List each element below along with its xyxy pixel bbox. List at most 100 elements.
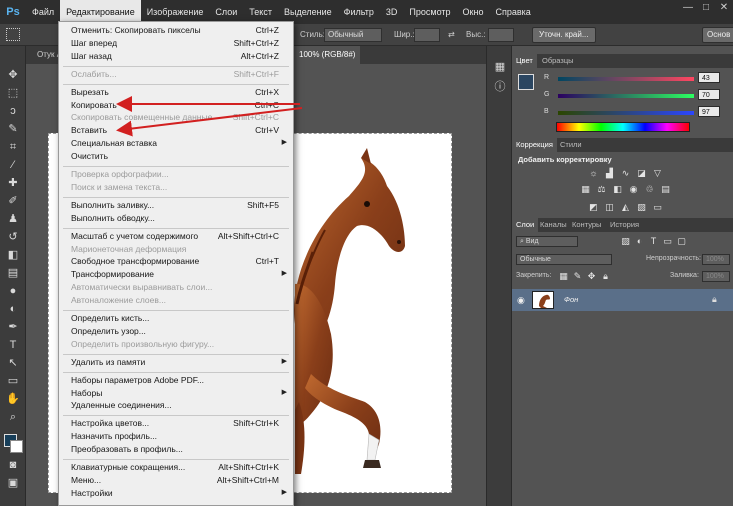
filter-type-icon[interactable]: T bbox=[648, 236, 659, 247]
workspace-button[interactable]: Основ bbox=[702, 27, 733, 43]
eyedropper-icon[interactable]: ⁄ bbox=[6, 158, 20, 172]
background-color-swatch[interactable] bbox=[10, 440, 23, 453]
quick-select-icon[interactable]: ✎ bbox=[6, 122, 20, 136]
quick-mask-icon[interactable]: ◙ bbox=[6, 458, 20, 472]
slider-g-value[interactable]: 70 bbox=[698, 89, 720, 100]
tab-color[interactable]: Цвет bbox=[512, 54, 537, 68]
color-lookup-icon[interactable]: ▤ bbox=[660, 184, 671, 195]
threshold-icon[interactable]: ◭ bbox=[620, 202, 631, 213]
edit-menu-item[interactable]: Очистить bbox=[59, 151, 293, 163]
edit-menu-item[interactable]: Наборы ▶ bbox=[59, 388, 293, 400]
edit-menu-item[interactable]: Вставить Ctrl+V bbox=[59, 125, 293, 137]
tab-layers[interactable]: Слои bbox=[512, 218, 539, 232]
slider-r-bar[interactable] bbox=[558, 77, 694, 81]
refine-edge-button[interactable]: Уточн. край... bbox=[532, 27, 596, 43]
slider-b-value[interactable]: 97 bbox=[698, 106, 720, 117]
curves-icon[interactable]: ∿ bbox=[620, 168, 631, 179]
edit-menu-item[interactable]: Удаленные соединения... bbox=[59, 400, 293, 412]
opacity-field[interactable]: 100% bbox=[702, 254, 730, 265]
lock-all-icon[interactable]: 🔒︎ bbox=[600, 271, 611, 282]
edit-menu-item[interactable]: Вырезать Ctrl+X bbox=[59, 87, 293, 99]
menu-item-0[interactable]: Файл bbox=[26, 0, 60, 24]
edit-menu-item[interactable]: Выполнить обводку... bbox=[59, 213, 293, 225]
menu-item-8[interactable]: Просмотр bbox=[403, 0, 456, 24]
layer-kind-filter[interactable]: ⌕ Вид bbox=[516, 236, 578, 247]
filter-shape-icon[interactable]: ▭ bbox=[662, 236, 673, 247]
eraser-icon[interactable]: ◧ bbox=[6, 248, 20, 262]
path-select-icon[interactable]: ↖ bbox=[6, 356, 20, 370]
maximize-button[interactable]: □ bbox=[701, 3, 711, 13]
swap-icon[interactable]: ⇄ bbox=[448, 30, 455, 39]
lock-transparency-icon[interactable]: ▦ bbox=[558, 271, 569, 282]
edit-menu-item[interactable]: Удалить из памяти ▶ bbox=[59, 357, 293, 369]
screen-mode-icon[interactable]: ▣ bbox=[6, 476, 20, 490]
edit-menu-item[interactable]: Масштаб с учетом содержимого Alt+Shift+Ct… bbox=[59, 231, 293, 243]
edit-menu-item[interactable]: Назначить профиль... bbox=[59, 431, 293, 443]
color-fg-swatch[interactable] bbox=[518, 74, 534, 90]
edit-menu-item[interactable]: Шаг вперед Shift+Ctrl+Z bbox=[59, 38, 293, 50]
color-spectrum[interactable] bbox=[556, 122, 690, 132]
slider-b-bar[interactable] bbox=[558, 111, 694, 115]
blur-icon[interactable]: ● bbox=[6, 284, 20, 298]
brightness-icon[interactable]: ☼ bbox=[588, 168, 599, 179]
tab-channels[interactable]: Каналы bbox=[536, 218, 571, 232]
tab-swatches[interactable]: Образцы bbox=[538, 54, 578, 68]
pen-icon[interactable]: ✒ bbox=[6, 320, 20, 334]
edit-menu-item[interactable]: Отменить: Скопировать пикселы Ctrl+Z bbox=[59, 25, 293, 37]
exposure-icon[interactable]: ◪ bbox=[636, 168, 647, 179]
edit-menu-item[interactable]: Клавиатурные сокращения... Alt+Shift+Ctrl… bbox=[59, 462, 293, 474]
hue-sat-icon[interactable]: ▦ bbox=[580, 184, 591, 195]
edit-menu-item[interactable]: Меню... Alt+Shift+Ctrl+M bbox=[59, 475, 293, 487]
history-brush-icon[interactable]: ↺ bbox=[6, 230, 20, 244]
edit-menu-item[interactable]: Шаг назад Alt+Ctrl+Z bbox=[59, 51, 293, 63]
menu-item-6[interactable]: Фильтр bbox=[338, 0, 380, 24]
edit-menu-item[interactable]: Настройка цветов... Shift+Ctrl+K bbox=[59, 418, 293, 430]
edit-menu-item[interactable]: Определить узор... bbox=[59, 326, 293, 338]
tab-styles[interactable]: Стили bbox=[556, 138, 586, 152]
filter-pixel-icon[interactable]: ▨ bbox=[620, 236, 631, 247]
menu-item-10[interactable]: Справка bbox=[489, 0, 536, 24]
slider-g[interactable]: G 70 bbox=[542, 89, 732, 101]
move-tool-icon[interactable]: ✥ bbox=[6, 68, 20, 82]
edit-menu-item[interactable]: Настройки ▶ bbox=[59, 488, 293, 500]
selective-color-icon[interactable]: ▨ bbox=[636, 202, 647, 213]
edit-menu-item[interactable]: Копировать Ctrl+C bbox=[59, 100, 293, 112]
tab-document-2[interactable]: 100% (RGB/8#) bbox=[294, 46, 361, 64]
slider-r-value[interactable]: 43 bbox=[698, 72, 720, 83]
filter-adjust-icon[interactable]: ◐ bbox=[634, 236, 645, 247]
menu-item-9[interactable]: Окно bbox=[457, 0, 490, 24]
invert-icon[interactable]: ◩ bbox=[588, 202, 599, 213]
fill-field[interactable]: 100% bbox=[702, 271, 730, 282]
zoom-icon[interactable]: ⌕ bbox=[6, 410, 20, 424]
edit-menu-item[interactable]: Трансформирование ▶ bbox=[59, 269, 293, 281]
close-button[interactable]: ✕ bbox=[719, 3, 729, 13]
minimize-button[interactable]: — bbox=[683, 3, 693, 13]
properties-panel-icon[interactable]: ⓘ bbox=[493, 80, 507, 94]
type-icon[interactable]: T bbox=[6, 338, 20, 352]
history-panel-icon[interactable]: ▦ bbox=[493, 60, 507, 74]
stamp-icon[interactable]: ♟ bbox=[6, 212, 20, 226]
edit-menu-item[interactable]: Определить кисть... bbox=[59, 313, 293, 325]
tab-history[interactable]: История bbox=[606, 218, 643, 232]
shape-icon[interactable]: ▭ bbox=[6, 374, 20, 388]
tab-adjustments[interactable]: Коррекция bbox=[512, 138, 557, 152]
gradient-map-icon[interactable]: ▭ bbox=[652, 202, 663, 213]
crop-icon[interactable]: ⌗ bbox=[6, 140, 20, 154]
levels-icon[interactable]: ▟ bbox=[604, 168, 615, 179]
marquee-tool-icon[interactable] bbox=[6, 28, 20, 41]
posterize-icon[interactable]: ◫ bbox=[604, 202, 615, 213]
lasso-icon[interactable]: ↄ bbox=[6, 104, 20, 118]
hand-icon[interactable]: ✋ bbox=[6, 392, 20, 406]
lock-position-icon[interactable]: ✥ bbox=[586, 271, 597, 282]
tab-paths[interactable]: Контуры bbox=[568, 218, 605, 232]
lock-pixels-icon[interactable]: ✎ bbox=[572, 271, 583, 282]
edit-menu-item[interactable]: Выполнить заливку... Shift+F5 bbox=[59, 200, 293, 212]
filter-smart-icon[interactable]: ▢ bbox=[676, 236, 687, 247]
bw-icon[interactable]: ◧ bbox=[612, 184, 623, 195]
marquee-icon[interactable]: ⬚ bbox=[6, 86, 20, 100]
menu-item-7[interactable]: 3D bbox=[380, 0, 404, 24]
slider-r[interactable]: R 43 bbox=[542, 72, 732, 84]
slider-g-bar[interactable] bbox=[558, 94, 694, 98]
blend-mode-select[interactable]: Обычные bbox=[516, 254, 612, 265]
visibility-eye-icon[interactable]: ◉ bbox=[517, 295, 525, 306]
